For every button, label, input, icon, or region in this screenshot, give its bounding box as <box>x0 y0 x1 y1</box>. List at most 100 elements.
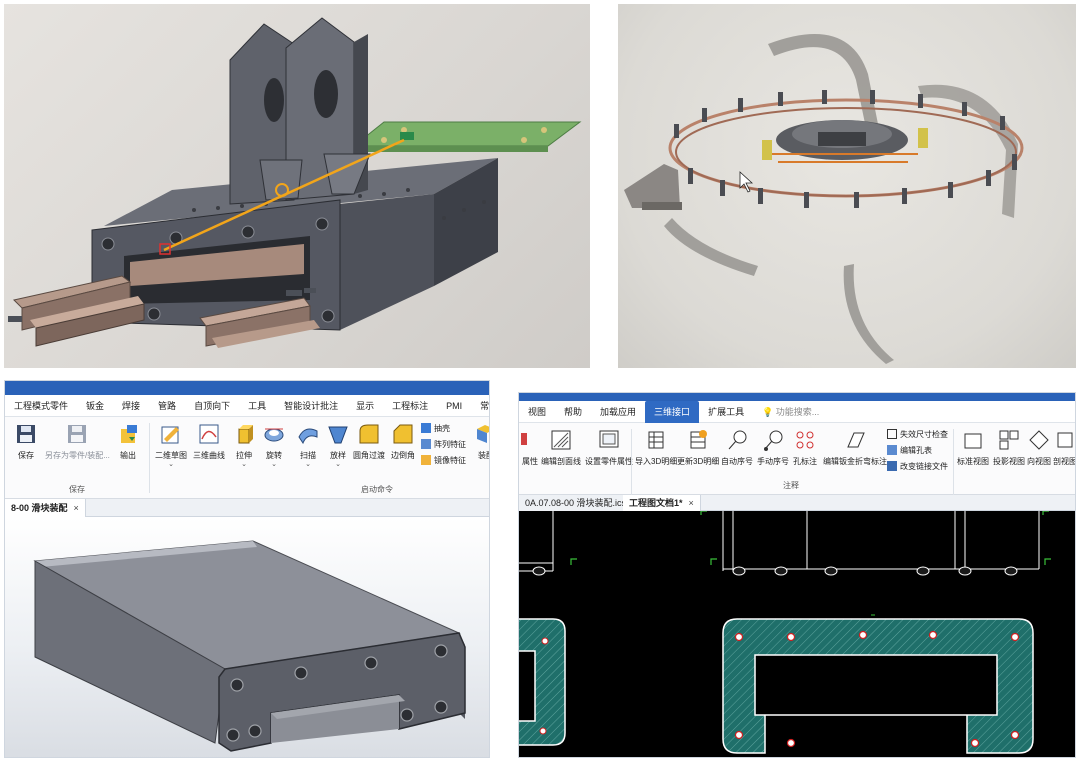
fillet-label: 圆角过渡 <box>353 451 385 460</box>
chamfer-button[interactable]: 边倒角 <box>391 423 415 461</box>
menu-item[interactable]: 视图 <box>519 405 555 418</box>
save-button[interactable]: 保存 <box>15 423 37 461</box>
auto-balloon-label: 自动序号 <box>721 457 753 466</box>
import-bom-button[interactable]: 导入3D明细 <box>635 429 677 467</box>
menu-item[interactable]: 工具 <box>239 399 275 412</box>
sect-view-button[interactable]: 剖视图 <box>1053 429 1076 467</box>
loft-button[interactable]: 放样 ⌄ <box>327 423 349 469</box>
sheet-bend-button[interactable]: 编辑钣金折弯标注 <box>823 429 887 467</box>
bend-icon <box>847 432 865 448</box>
menu-bar: 工程模式零件 钣金 焊接 管路 自顶向下 工具 智能设计批注 显示 工程标注 P… <box>5 395 489 417</box>
feature-small-buttons: 抽壳 阵列特征 镜像特征 <box>421 421 466 467</box>
mirror-button[interactable]: 镜像特征 <box>421 453 466 467</box>
menu-item[interactable]: 显示 <box>347 399 383 412</box>
dim-check-button[interactable]: 失效尺寸检查 <box>887 427 948 441</box>
sweep-button[interactable]: 扫描 ⌄ <box>297 423 319 469</box>
hole-note-button[interactable]: 孔标注 <box>793 429 817 467</box>
pattern-button[interactable]: 阵列特征 <box>421 437 466 451</box>
fillet-icon <box>359 424 379 444</box>
menu-item[interactable]: 工程标注 <box>383 399 437 412</box>
part-props-icon <box>599 430 619 448</box>
extrude-button[interactable]: 拉伸 ⌄ <box>233 423 255 469</box>
channel-part-model <box>33 540 466 752</box>
sketch2d-label: 二维草图 <box>155 451 187 460</box>
ribbon-separator <box>149 423 150 493</box>
update-bom-button[interactable]: 更新3D明细 <box>677 429 719 467</box>
sweep-label: 扫描 <box>300 451 316 460</box>
document-tabs: 8-00 滑块装配 × <box>5 499 489 517</box>
menu-item[interactable]: 常 <box>471 399 489 412</box>
hole-table-label: 编辑孔表 <box>900 445 932 455</box>
hole-note-label: 孔标注 <box>793 457 817 466</box>
revolve-button[interactable]: 旋转 ⌄ <box>263 423 285 469</box>
document-tab-label: 工程图文档1* <box>629 498 683 508</box>
manual-balloon-button[interactable]: 手动序号 <box>757 429 789 467</box>
bracket-assembly-illustration <box>8 17 582 348</box>
curve3d-button[interactable]: 三维曲线 <box>193 423 225 461</box>
search-field[interactable]: 💡 功能搜索... <box>753 405 828 418</box>
menu-item-active[interactable]: 三维接口 <box>645 400 700 423</box>
cad-window-part: 工程模式零件 钣金 焊接 管路 自顶向下 工具 智能设计批注 显示 工程标注 P… <box>4 380 490 758</box>
std-view-icon <box>964 433 982 449</box>
chevron-down-icon: ⌄ <box>168 461 174 468</box>
menu-item[interactable]: 工程模式零件 <box>5 399 77 412</box>
menu-item[interactable]: 智能设计批注 <box>275 399 347 412</box>
document-tab-label: 8-00 滑块装配 <box>11 503 68 513</box>
menu-item[interactable]: 帮助 <box>555 405 591 418</box>
export-button[interactable]: 输出 <box>117 423 139 461</box>
hole-table-button[interactable]: 编辑孔表 <box>887 443 948 457</box>
import-bom-label: 导入3D明细 <box>635 457 678 466</box>
menu-bar: 视图 帮助 加载应用 三维接口 扩展工具 💡 功能搜索... <box>519 400 1075 423</box>
save-label: 保存 <box>18 451 34 460</box>
ribbon-separator <box>631 429 632 499</box>
std-view-button[interactable]: 标准视图 <box>957 429 989 467</box>
cad-window-drawing: 视图 帮助 加载应用 三维接口 扩展工具 💡 功能搜索... 属性 编辑剖面线 … <box>518 392 1076 758</box>
ring-assembly-photo <box>618 4 1076 368</box>
assembly-button[interactable]: 装配 <box>475 423 489 461</box>
export-icon <box>121 425 137 443</box>
change-link-button[interactable]: 改变链接文件 <box>887 459 948 473</box>
change-link-label: 改变链接文件 <box>900 461 948 471</box>
pattern-label: 阵列特征 <box>434 439 466 449</box>
menu-item[interactable]: 管路 <box>149 399 185 412</box>
extrude-icon <box>238 425 253 444</box>
hatch-icon <box>551 430 571 450</box>
table-icon <box>648 431 664 449</box>
shell-icon <box>421 423 431 433</box>
menu-item[interactable]: 扩展工具 <box>699 405 753 418</box>
dim-check-label: 失效尺寸检查 <box>900 429 948 439</box>
save-as-button[interactable]: 另存为零件/装配... <box>45 423 110 461</box>
dir-view-label: 向视图 <box>1027 457 1051 466</box>
shell-button[interactable]: 抽壳 <box>421 421 466 435</box>
document-tab[interactable]: 8-00 滑块装配 × <box>5 499 86 517</box>
close-icon[interactable]: × <box>689 498 694 508</box>
save-as-icon <box>68 425 87 443</box>
drawing-canvas[interactable] <box>519 510 1075 757</box>
set-part-props-button[interactable]: 设置零件属性 <box>585 429 633 467</box>
close-icon[interactable]: × <box>74 503 79 513</box>
proj-view-button[interactable]: 投影视图 <box>993 429 1025 467</box>
dir-view-button[interactable]: 向视图 <box>1027 429 1051 467</box>
sketch2d-button[interactable]: 二维草图 ⌄ <box>155 423 187 469</box>
std-view-label: 标准视图 <box>957 457 989 466</box>
revolve-label: 旋转 <box>266 451 282 460</box>
chevron-down-icon: ⌄ <box>241 461 247 468</box>
menu-item[interactable]: 钣金 <box>77 399 113 412</box>
fillet-button[interactable]: 圆角过渡 <box>353 423 385 461</box>
props-icon <box>521 433 527 445</box>
document-tab-label: 0A.07.08-00 滑块装配.ics* <box>525 498 630 508</box>
menu-item[interactable]: 加载应用 <box>591 405 645 418</box>
document-tab[interactable]: 0A.07.08-00 滑块装配.ics* <box>519 495 637 511</box>
3d-viewport[interactable] <box>5 517 489 757</box>
props-button[interactable]: 属性 <box>519 429 541 467</box>
document-tab-active[interactable]: 工程图文档1* × <box>623 495 701 511</box>
window-title-bar <box>5 381 489 395</box>
auto-balloon-button[interactable]: 自动序号 <box>721 429 753 467</box>
menu-item[interactable]: 焊接 <box>113 399 149 412</box>
bracket-render-photo <box>4 4 590 368</box>
edit-section-button[interactable]: 编辑剖面线 <box>541 429 581 467</box>
menu-item[interactable]: PMI <box>437 401 471 411</box>
link-icon <box>887 461 897 471</box>
menu-item[interactable]: 自顶向下 <box>185 399 239 412</box>
sect-view-label: 剖视图 <box>1053 457 1076 466</box>
